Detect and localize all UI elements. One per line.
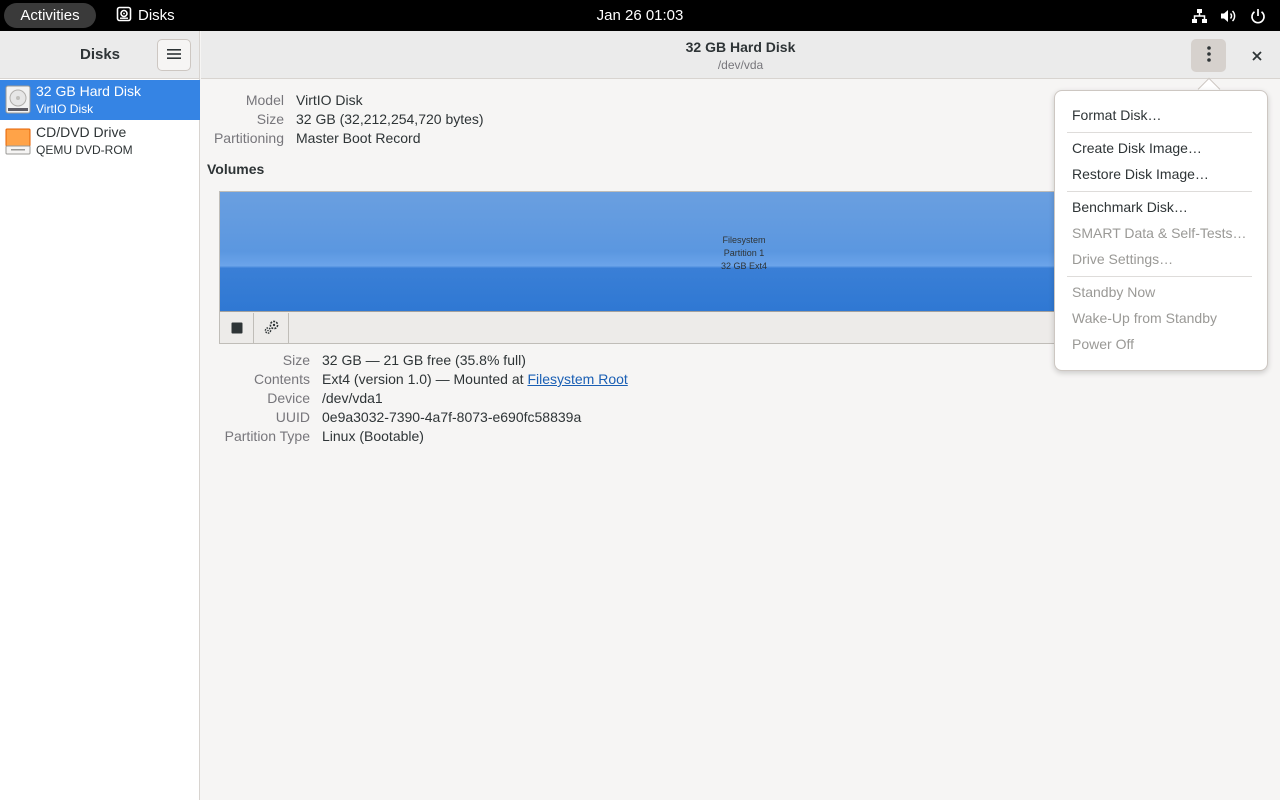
size-label: Size — [256, 111, 284, 127]
menu-power-off: Power Off — [1072, 336, 1134, 352]
disk-device-path: /dev/vda — [717, 58, 764, 72]
main-menu-button[interactable] — [157, 39, 191, 71]
drive-options-button[interactable] — [1191, 39, 1226, 72]
drive-model: QEMU DVD-ROM — [36, 143, 133, 157]
size-value: 32 GB (32,212,254,720 bytes) — [296, 111, 484, 127]
partition-size-text: 32 GB Ext4 — [720, 261, 768, 271]
detail-contents-value: Ext4 (version 1.0) — Mounted at Filesyst… — [322, 371, 628, 387]
detail-device-value: /dev/vda1 — [322, 390, 383, 406]
detail-uuid-value: 0e9a3032-7390-4a7f-8073-e690fc58839a — [322, 409, 582, 425]
menu-smart-data: SMART Data & Self-Tests… — [1072, 225, 1247, 241]
filesystem-root-link[interactable]: Filesystem Root — [527, 371, 627, 387]
menu-benchmark-disk[interactable]: Benchmark Disk… — [1072, 199, 1188, 215]
menu-separator — [1067, 132, 1252, 133]
model-value: VirtIO Disk — [296, 92, 363, 108]
menu-restore-disk-image[interactable]: Restore Disk Image… — [1072, 166, 1209, 182]
menu-format-disk[interactable]: Format Disk… — [1072, 107, 1161, 123]
partition-type-text: Filesystem — [722, 235, 766, 245]
sidebar-header: Disks — [0, 31, 199, 79]
power-icon[interactable] — [1250, 8, 1266, 24]
menu-drive-settings: Drive Settings… — [1072, 251, 1174, 267]
hamburger-icon — [166, 47, 182, 64]
stop-icon — [231, 321, 243, 337]
detail-size-label: Size — [282, 352, 310, 368]
drive-options-menu: Format Disk… Create Disk Image… Restore … — [1054, 90, 1268, 371]
detail-partition-type-value: Linux (Bootable) — [322, 428, 424, 444]
detail-contents-label: Contents — [253, 371, 310, 387]
app-menu[interactable]: Disks — [116, 0, 175, 31]
activities-button[interactable]: Activities — [4, 3, 96, 28]
contents-text: Ext4 (version 1.0) — Mounted at — [322, 371, 528, 387]
drive-item-cd-dvd[interactable]: CD/DVD Drive QEMU DVD-ROM — [0, 121, 200, 161]
drive-name: 32 GB Hard Disk — [36, 83, 142, 99]
clock[interactable]: Jan 26 01:03 — [597, 7, 684, 24]
drive-name: CD/DVD Drive — [36, 124, 127, 140]
menu-standby-now: Standby Now — [1072, 284, 1156, 300]
volumes-heading: Volumes — [207, 161, 265, 177]
partition-options-button[interactable] — [255, 313, 289, 343]
app-menu-label: Disks — [138, 7, 175, 24]
close-window-button[interactable] — [1245, 44, 1269, 68]
drive-model: VirtIO Disk — [36, 102, 94, 116]
hard-disk-icon — [5, 84, 31, 116]
unmount-button[interactable] — [220, 313, 254, 343]
menu-separator — [1067, 191, 1252, 192]
detail-device-label: Device — [267, 390, 310, 406]
model-label: Model — [245, 92, 284, 108]
partition-name-text: Partition 1 — [723, 248, 765, 258]
disk-title: 32 GB Hard Disk — [685, 39, 796, 55]
detail-size-value: 32 GB — 21 GB free (35.8% full) — [322, 352, 526, 368]
detail-partition-type-label: Partition Type — [224, 428, 310, 444]
close-icon — [1252, 48, 1262, 64]
kebab-menu-icon — [1206, 46, 1211, 65]
menu-create-disk-image[interactable]: Create Disk Image… — [1072, 140, 1202, 156]
system-tray[interactable] — [1191, 0, 1266, 31]
top-bar: Activities Disks Jan 26 01:03 — [0, 0, 1280, 31]
optical-drive-icon — [5, 125, 31, 157]
volume-icon[interactable] — [1220, 8, 1238, 24]
partitioning-label: Partitioning — [213, 130, 284, 146]
menu-wake-up: Wake-Up from Standby — [1072, 310, 1217, 326]
detail-uuid-label: UUID — [275, 409, 310, 425]
network-icon[interactable] — [1191, 8, 1208, 24]
sidebar: Disks 32 GB Hard Disk VirtIO Disk CD/DVD… — [0, 31, 200, 800]
partition-label: Filesystem Partition 1 32 GB Ext4 — [720, 234, 768, 273]
gears-icon — [263, 319, 281, 338]
drive-item-hard-disk[interactable]: 32 GB Hard Disk VirtIO Disk — [0, 80, 200, 120]
partitioning-value: Master Boot Record — [296, 130, 421, 146]
header-bar: 32 GB Hard Disk /dev/vda — [201, 31, 1280, 79]
disks-app-icon — [116, 6, 132, 26]
menu-separator — [1067, 276, 1252, 277]
